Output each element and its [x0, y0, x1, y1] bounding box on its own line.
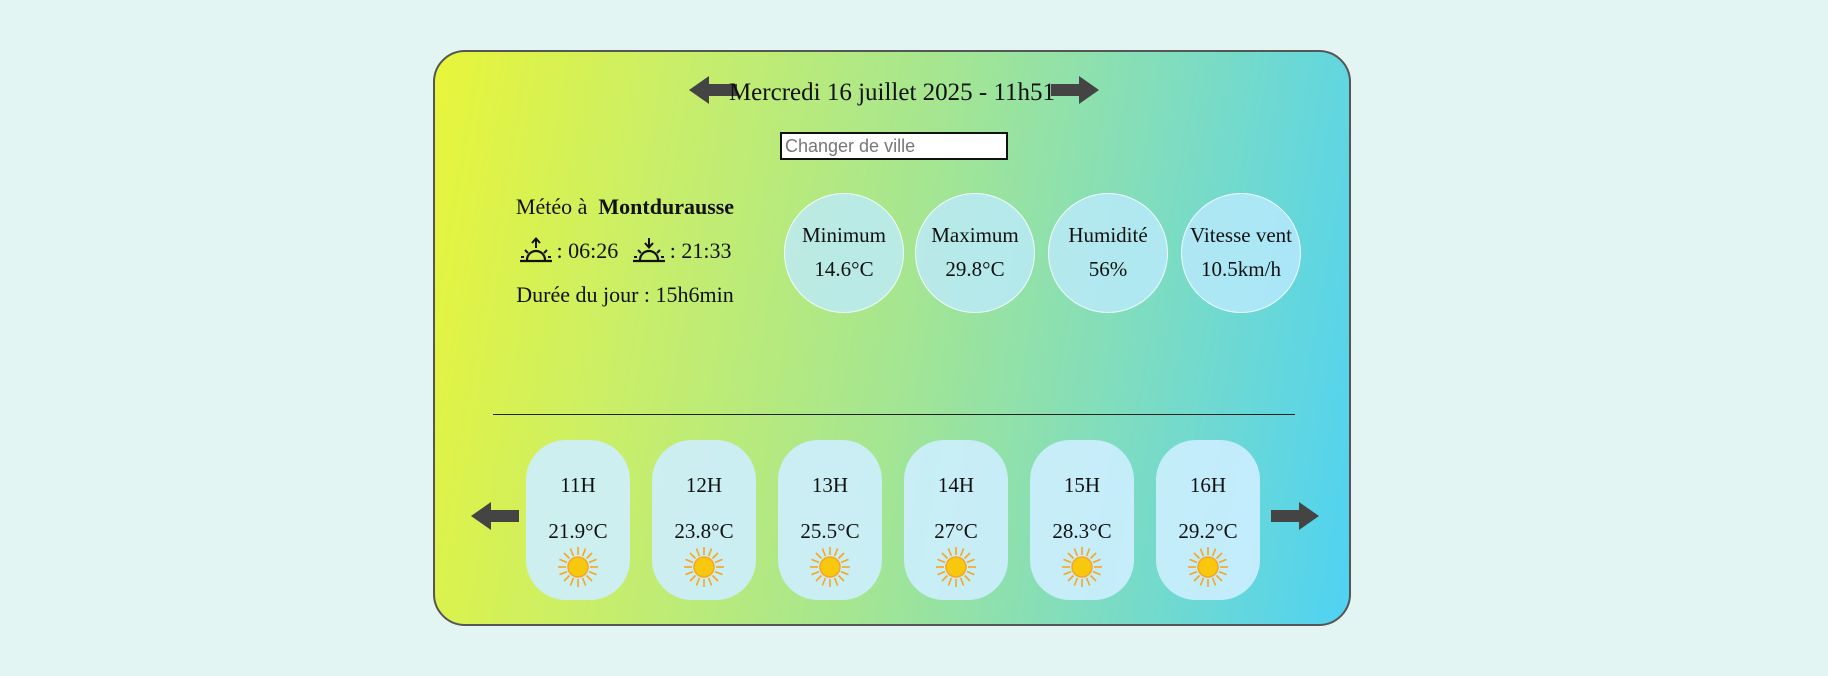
city-search-input[interactable] — [780, 132, 1008, 160]
city-name: Montdurausse — [598, 194, 735, 219]
stat-label: Maximum — [931, 223, 1019, 247]
forecast-hour: 11H — [560, 473, 596, 497]
stat-label: Minimum — [801, 223, 886, 247]
forecast-hour: 13H — [811, 473, 849, 497]
stat-value: 29.8°C — [945, 257, 1005, 281]
sun-times: : 06:26 : 21:33 — [515, 236, 735, 266]
forecast-hour: 12H — [685, 473, 723, 497]
sun-icon — [558, 547, 598, 587]
next-day-arrow-icon[interactable] — [1051, 76, 1099, 104]
forecast-temp: 29.2°C — [1178, 519, 1238, 543]
stat-value: 56% — [1088, 257, 1128, 281]
stat-value: 14.6°C — [814, 257, 874, 281]
stat-label: Vitesse vent — [1190, 223, 1292, 247]
stat-minimum: Minimum 14.6°C — [784, 193, 904, 313]
forecast-hour: 15H — [1063, 473, 1101, 497]
day-length: Durée du jour : 15h6min — [516, 282, 734, 307]
forecast-hour: 16H — [1189, 473, 1227, 497]
sunrise-icon — [519, 237, 552, 263]
prev-hours-arrow-icon[interactable] — [471, 502, 519, 530]
stat-humidity: Humidité 56% — [1048, 193, 1168, 313]
forecast-hour-card: 14H 27°C — [904, 440, 1008, 600]
forecast-hour-card: 13H 25.5°C — [778, 440, 882, 600]
forecast-hour-card: 12H 23.8°C — [652, 440, 756, 600]
sunrise-time: : 06:26 — [556, 238, 619, 263]
sun-icon — [1188, 547, 1228, 587]
forecast-hour: 14H — [937, 473, 975, 497]
forecast-hour-card: 16H 29.2°C — [1156, 440, 1260, 600]
location-info: Météo à Montdurausse : 06:26: 21:33 Dur… — [515, 192, 735, 324]
sun-icon — [810, 547, 850, 587]
stat-value: 10.5km/h — [1201, 257, 1281, 281]
date-label: Mercredi 16 juillet 2025 - 11h51 — [728, 79, 1056, 106]
stat-label: Humidité — [1068, 223, 1148, 247]
forecast-temp: 25.5°C — [800, 519, 860, 543]
forecast-temp: 27°C — [934, 519, 978, 543]
next-hours-arrow-icon[interactable] — [1271, 502, 1319, 530]
location-prefix: Météo à — [515, 194, 588, 219]
sunset-time: : 21:33 — [669, 238, 732, 263]
sun-icon — [1062, 547, 1102, 587]
location-title: Météo à Montdurausse — [515, 192, 735, 222]
stat-wind-speed: Vitesse vent 10.5km/h — [1181, 193, 1301, 313]
sunset-icon — [632, 238, 665, 263]
stat-maximum: Maximum 29.8°C — [915, 193, 1035, 313]
section-divider — [493, 414, 1295, 415]
sun-icon — [684, 547, 724, 587]
forecast-temp: 23.8°C — [674, 519, 734, 543]
forecast-hour-card: 11H 21.9°C — [526, 440, 630, 600]
sun-icon — [936, 547, 976, 587]
forecast-hour-card: 15H 28.3°C — [1030, 440, 1134, 600]
weather-card: Mercredi 16 juillet 2025 - 11h51 Météo à… — [433, 50, 1351, 626]
forecast-temp: 21.9°C — [548, 519, 608, 543]
forecast-temp: 28.3°C — [1052, 519, 1112, 543]
